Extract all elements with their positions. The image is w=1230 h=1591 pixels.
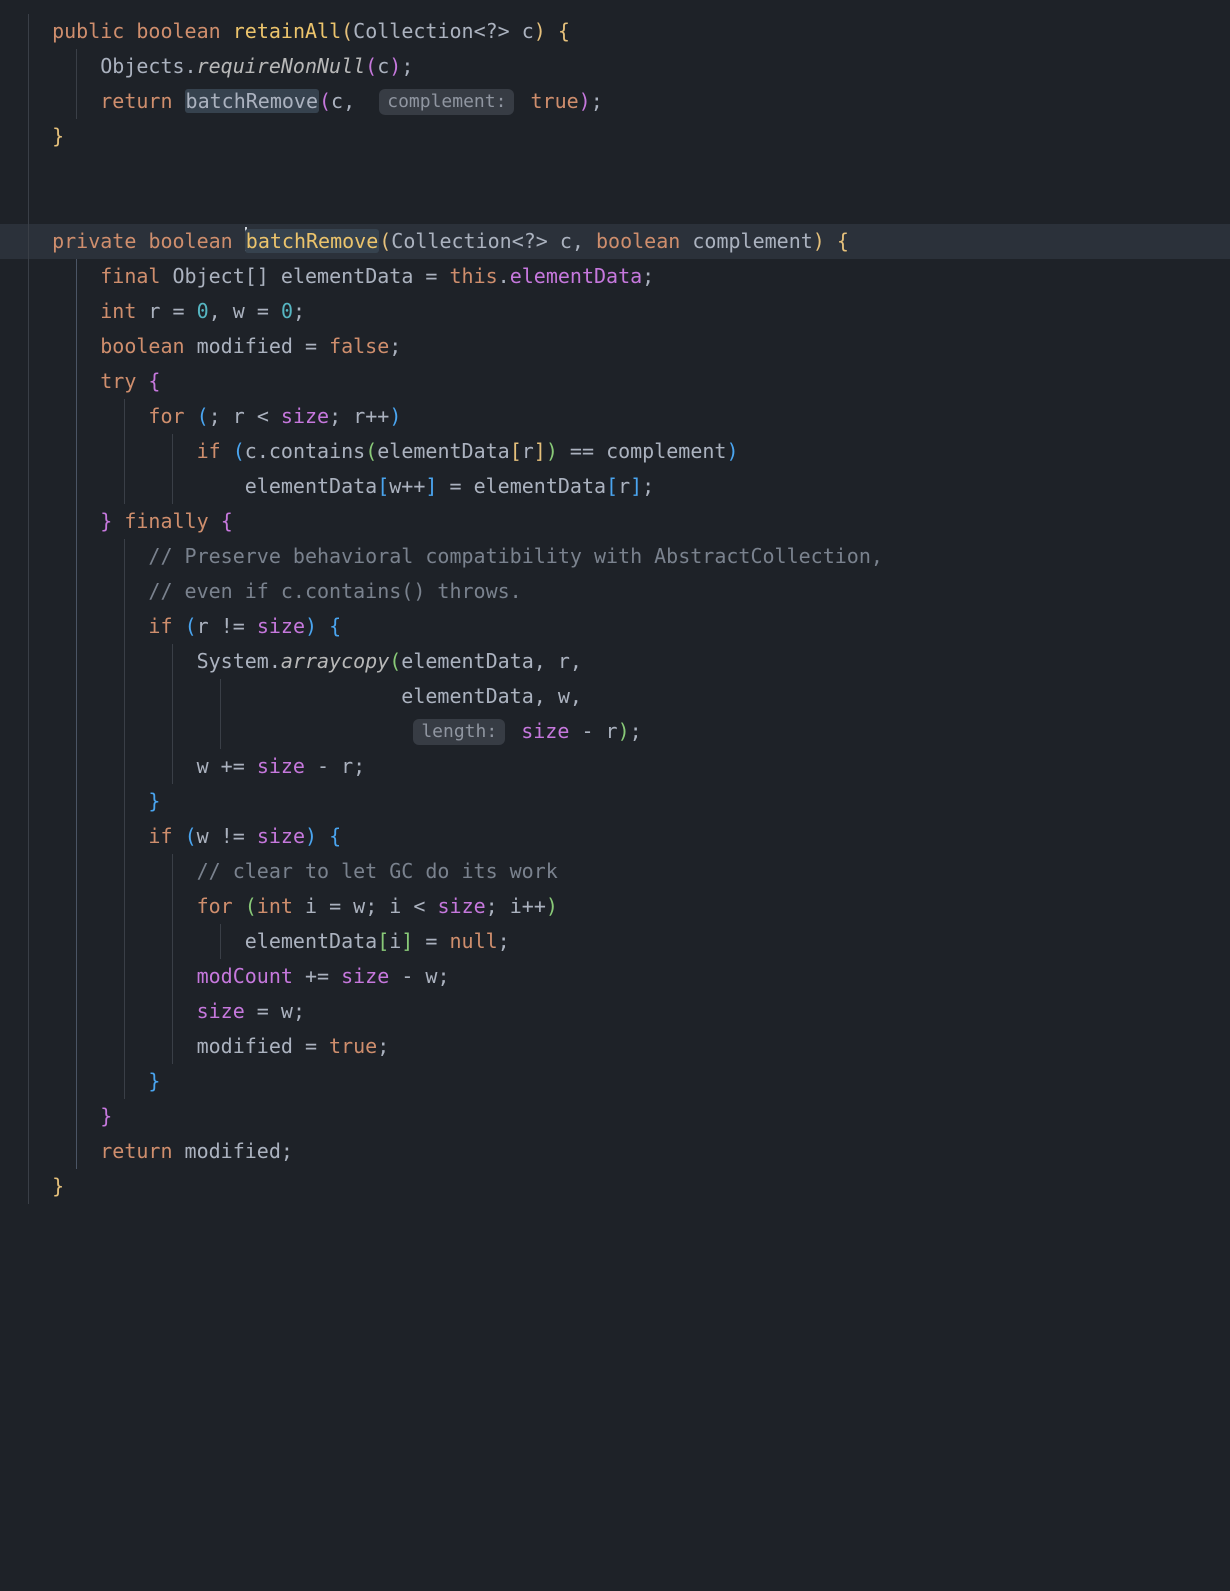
code-line[interactable]: boolean modified = false;: [0, 329, 1230, 364]
call-arraycopy: arraycopy: [281, 649, 389, 673]
param-complement: complement: [692, 229, 812, 253]
literal-null: null: [449, 929, 497, 953]
code-line[interactable]: size = w;: [0, 994, 1230, 1029]
code-line[interactable]: return batchRemove(c, complement: true);: [0, 84, 1230, 119]
code-line[interactable]: Objects.requireNonNull(c);: [0, 49, 1230, 84]
type-collection: Collection: [353, 19, 473, 43]
param-c: c: [522, 19, 534, 43]
code-line[interactable]: for (int i = w; i < size; i++): [0, 889, 1230, 924]
code-line[interactable]: // even if c.contains() throws.: [0, 574, 1230, 609]
code-line[interactable]: if (r != size) {: [0, 609, 1230, 644]
call-requireNonNull: requireNonNull: [197, 54, 366, 78]
field-size: size: [281, 404, 329, 428]
inlay-hint-complement: complement:: [379, 89, 514, 115]
keyword-private: private: [52, 229, 136, 253]
keyword-for: for: [148, 404, 184, 428]
local-elementData: elementData: [281, 264, 413, 288]
code-line[interactable]: length: size - r);: [0, 714, 1230, 749]
code-line[interactable]: }: [0, 784, 1230, 819]
inlay-hint-length: length:: [413, 719, 505, 745]
field-modCount: modCount: [197, 964, 293, 988]
blank-line[interactable]: [0, 189, 1230, 224]
code-line[interactable]: try {: [0, 364, 1230, 399]
method-name-retainAll: retainAll: [233, 19, 341, 43]
code-line[interactable]: for (; r < size; r++): [0, 399, 1230, 434]
call-contains: contains: [269, 439, 365, 463]
method-name-batchRemove: batchRemove: [246, 229, 378, 253]
keyword-this: this: [450, 264, 498, 288]
code-line[interactable]: return modified;: [0, 1134, 1230, 1169]
code-line[interactable]: }: [0, 1064, 1230, 1099]
code-line[interactable]: }: [0, 119, 1230, 154]
code-line[interactable]: System.arraycopy(elementData, r,: [0, 644, 1230, 679]
keyword-if: if: [197, 439, 221, 463]
code-line[interactable]: w += size - r;: [0, 749, 1230, 784]
keyword-return: return: [100, 89, 172, 113]
code-line[interactable]: elementData, w,: [0, 679, 1230, 714]
call-batchRemove: batchRemove: [186, 89, 318, 113]
keyword-int: int: [100, 299, 136, 323]
keyword-finally: finally: [124, 509, 208, 533]
code-line[interactable]: }: [0, 1169, 1230, 1204]
literal-zero: 0: [197, 299, 209, 323]
field-elementData: elementData: [510, 264, 642, 288]
code-line[interactable]: int r = 0, w = 0;: [0, 294, 1230, 329]
literal-false: false: [329, 334, 389, 358]
code-line[interactable]: if (c.contains(elementData[r]) == comple…: [0, 434, 1230, 469]
code-line[interactable]: } finally {: [0, 504, 1230, 539]
code-line[interactable]: public boolean retainAll(Collection<?> c…: [0, 14, 1230, 49]
code-line[interactable]: modified = true;: [0, 1029, 1230, 1064]
literal-true: true: [531, 89, 579, 113]
code-line[interactable]: modCount += size - w;: [0, 959, 1230, 994]
local-modified: modified: [197, 334, 293, 358]
comment: // Preserve behavioral compatibility wit…: [148, 544, 883, 568]
comment: // even if c.contains() throws.: [148, 579, 521, 603]
type-objects: Objects: [100, 54, 184, 78]
code-line[interactable]: if (w != size) {: [0, 819, 1230, 854]
code-line[interactable]: elementData[i] = null;: [0, 924, 1230, 959]
keyword-boolean: boolean: [136, 19, 220, 43]
code-line[interactable]: // clear to let GC do its work: [0, 854, 1230, 889]
keyword-final: final: [100, 264, 160, 288]
code-line[interactable]: }: [0, 1099, 1230, 1134]
type-object: Object: [173, 264, 245, 288]
code-line[interactable]: // Preserve behavioral compatibility wit…: [0, 539, 1230, 574]
type-system: System: [197, 649, 269, 673]
keyword-try: try: [100, 369, 136, 393]
code-line[interactable]: elementData[w++] = elementData[r];: [0, 469, 1230, 504]
code-line-current[interactable]: private boolean batchRemove(Collection<?…: [0, 224, 1230, 259]
code-line[interactable]: final Object[] elementData = this.elemen…: [0, 259, 1230, 294]
keyword-public: public: [52, 19, 124, 43]
comment: // clear to let GC do its work: [197, 859, 558, 883]
blank-line[interactable]: [0, 154, 1230, 189]
code-editor[interactable]: public boolean retainAll(Collection<?> c…: [0, 0, 1230, 1228]
